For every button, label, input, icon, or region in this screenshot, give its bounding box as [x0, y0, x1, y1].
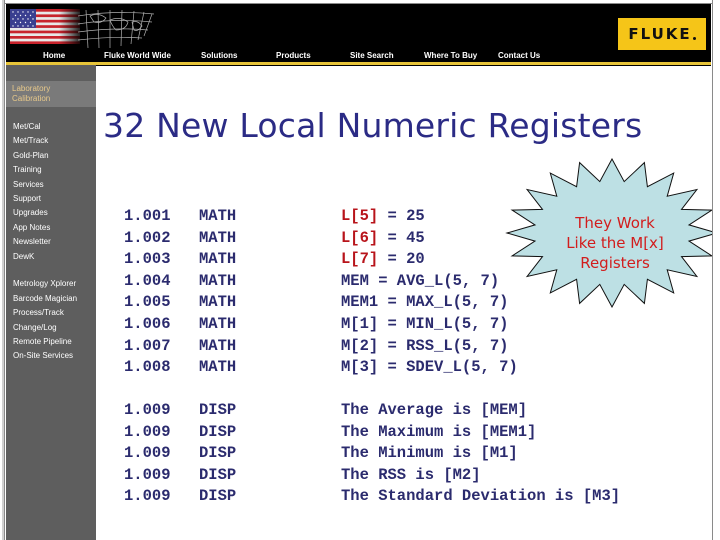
sidebar-item-app-notes[interactable]: App Notes	[13, 223, 50, 232]
register-name: L[5]	[341, 207, 379, 225]
fsc-name: DISP	[199, 401, 237, 419]
step-number: 1.006	[124, 314, 171, 333]
step-number: 1.005	[124, 293, 171, 312]
register-name: L[6]	[341, 228, 379, 247]
display-text: The Average is [MEM]	[341, 401, 528, 419]
math-fsc-column: MATH MATH MATH MATH MATH MATH MATH MATH	[199, 206, 236, 379]
display-text: The Maximum is [MEM1]	[341, 422, 537, 441]
display-text: The Minimum is [M1]	[341, 444, 518, 463]
math-expression: M[2] = RSS_L(5, 7)	[341, 336, 518, 358]
sidebar-item-remote-pipeline[interactable]: Remote Pipeline	[13, 337, 72, 346]
math-expression: M[3] = SDEV_L(5, 7)	[341, 357, 518, 379]
expression-rhs: = 25	[378, 207, 425, 225]
sidebar-item-metrology-xplorer[interactable]: Metrology Xplorer	[13, 279, 76, 288]
fsc-name: MATH	[199, 271, 237, 290]
sidebar-item-change-log[interactable]: Change/Log	[13, 323, 57, 332]
fsc-name: DISP	[199, 465, 237, 484]
sidebar-item-support[interactable]: Support	[13, 194, 41, 203]
sidebar-item-upgrades[interactable]: Upgrades	[13, 208, 48, 217]
sidebar-item-dewk[interactable]: DewK	[13, 252, 34, 261]
math-expression: L[5] = 25	[341, 206, 518, 228]
fsc-name: DISP	[199, 444, 237, 463]
register-name: MEM1	[341, 293, 379, 312]
step-number: 1.009	[124, 444, 171, 463]
step-number: 1.003	[124, 250, 171, 269]
site-header: FLUKE Home Fluke World Wide Solutions Pr…	[6, 4, 711, 66]
disp-step-column: 1.009 1.009 1.009 1.009 1.009	[124, 400, 171, 508]
sidebar-item-on-site-services[interactable]: On-Site Services	[13, 351, 73, 360]
step-number: 1.009	[124, 465, 171, 484]
sidebar-item-process-track[interactable]: Process/Track	[13, 308, 64, 317]
expression-rhs: = RSS_L(5, 7)	[378, 336, 509, 355]
fsc-name: MATH	[199, 228, 237, 247]
math-expression-column: L[5] = 25 L[6] = 45 L[7] = 20 MEM = AVG_L(5…	[341, 206, 518, 379]
nav-solutions[interactable]: Solutions	[201, 51, 237, 60]
step-number: 1.004	[124, 271, 171, 290]
sidebar-item-laboratory-calibration[interactable]: Laboratory Calibration	[6, 81, 96, 107]
window-right-border	[712, 0, 720, 540]
sidebar-item-training[interactable]: Training	[13, 165, 42, 174]
nav-where-to-buy[interactable]: Where To Buy	[424, 51, 477, 60]
nav-site-search[interactable]: Site Search	[350, 51, 394, 60]
math-expression: M[1] = MIN_L(5, 7)	[341, 314, 518, 336]
step-number: 1.002	[124, 228, 171, 247]
nav-home[interactable]: Home	[43, 51, 65, 60]
register-name: M[2]	[341, 336, 379, 355]
math-expression: L[6] = 45	[341, 228, 518, 250]
step-number: 1.008	[124, 358, 171, 377]
fsc-name: MATH	[199, 336, 237, 355]
math-expression: MEM1 = MAX_L(5, 7)	[341, 292, 518, 314]
fsc-name: MATH	[199, 207, 237, 225]
fluke-logo[interactable]: FLUKE	[618, 18, 706, 50]
math-expression: MEM = AVG_L(5, 7)	[341, 271, 518, 293]
expression-rhs: = MIN_L(5, 7)	[378, 314, 509, 333]
fsc-name: DISP	[199, 487, 237, 506]
sidebar-item-barcode-magician[interactable]: Barcode Magician	[13, 294, 77, 303]
math-step-column: 1.001 1.002 1.003 1.004 1.005 1.006 1.007 1.008	[124, 206, 171, 379]
step-number: 1.009	[124, 487, 171, 506]
sidebar-item-services[interactable]: Services	[13, 180, 44, 189]
register-name: MEM	[341, 271, 369, 290]
step-number: 1.007	[124, 336, 171, 355]
registered-mark-icon	[692, 36, 696, 40]
sidebar: Laboratory Calibration Met/Cal Met/Track…	[6, 65, 96, 540]
us-flag-icon	[10, 9, 80, 44]
disp-fsc-column: DISP DISP DISP DISP DISP	[199, 400, 236, 508]
sidebar-item-metcal[interactable]: Met/Cal	[13, 122, 41, 131]
header-accent-line	[6, 62, 711, 65]
step-number: 1.001	[124, 207, 171, 225]
register-name: M[3]	[341, 358, 379, 377]
fsc-name: MATH	[199, 293, 237, 312]
nav-fluke-world-wide[interactable]: Fluke World Wide	[104, 51, 171, 60]
page-title: 32 New Local Numeric Registers	[103, 106, 643, 145]
nav-products[interactable]: Products	[276, 51, 311, 60]
fsc-name: MATH	[199, 250, 237, 269]
nav-contact-us[interactable]: Contact Us	[498, 51, 540, 60]
fsc-name: MATH	[199, 314, 237, 333]
sidebar-item-mettrack[interactable]: Met/Track	[13, 136, 48, 145]
disp-text-column: The Average is [MEM] The Maximum is [MEM1…	[341, 400, 620, 508]
expression-rhs: = 45	[378, 228, 425, 247]
expression-rhs: = MAX_L(5, 7)	[378, 293, 509, 312]
world-grid-icon	[77, 9, 155, 48]
step-number: 1.009	[124, 401, 171, 419]
register-name: M[1]	[341, 314, 379, 333]
step-number: 1.009	[124, 422, 171, 441]
expression-rhs: = 20	[378, 250, 425, 269]
math-expression: L[7] = 20	[341, 249, 518, 271]
callout-text: They Work Like the M[x] Registers	[566, 214, 664, 272]
display-text: The RSS is [M2]	[341, 465, 481, 484]
fsc-name: DISP	[199, 422, 237, 441]
expression-rhs: = SDEV_L(5, 7)	[378, 358, 518, 377]
sidebar-item-newsletter[interactable]: Newsletter	[13, 237, 51, 246]
display-text: The Standard Deviation is [M3]	[341, 487, 621, 506]
sidebar-item-gold-plan[interactable]: Gold-Plan	[13, 151, 49, 160]
fsc-name: MATH	[199, 358, 237, 377]
expression-rhs: = AVG_L(5, 7)	[368, 271, 500, 290]
register-name: L[7]	[341, 250, 379, 269]
